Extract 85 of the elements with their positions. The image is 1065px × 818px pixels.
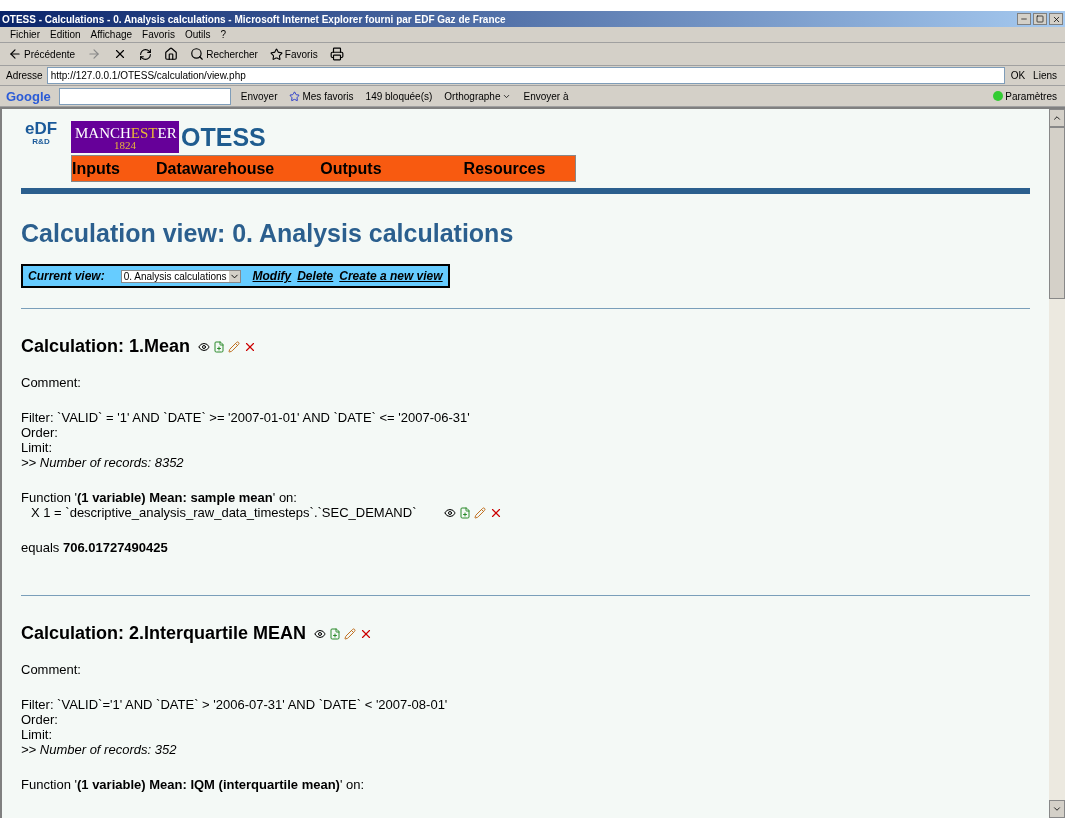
view-link[interactable]: Create a new view: [339, 269, 443, 283]
view-button[interactable]: [314, 627, 327, 640]
send-button[interactable]: Envoyer: [238, 90, 280, 102]
function-text: Function '(1 variable) Mean: sample mean' on:: [21, 490, 298, 505]
refresh-icon: [139, 47, 153, 61]
address-field[interactable]: http://127.0.0.1/OTESS/calculation/view.php: [46, 67, 1005, 84]
scrollbar[interactable]: [1049, 109, 1065, 818]
comment-label: Comment:: [21, 662, 82, 677]
pencil-icon: [344, 627, 357, 640]
view-button[interactable]: [444, 506, 457, 519]
pencil-icon: [474, 506, 487, 519]
file-plus-icon: [329, 627, 342, 640]
links-button[interactable]: Liens: [1031, 70, 1059, 81]
printer-icon: [329, 47, 344, 61]
edit-button[interactable]: [344, 627, 357, 640]
view-button[interactable]: [198, 340, 211, 353]
restore-icon: [1036, 15, 1044, 23]
filter-text: Filter: `VALID` = '1' AND `DATE` >= '2007-01-01' AND `DATE` <= '2007-06-31': [21, 410, 471, 425]
popup-blocker-button[interactable]: 149 bloquée(s): [363, 90, 435, 102]
back-button[interactable]: Précédente: [6, 47, 78, 61]
settings-button[interactable]: Paramètres: [991, 90, 1059, 102]
forward-arrow-icon: [87, 47, 102, 61]
eye-icon: [198, 340, 211, 353]
star-icon: [289, 90, 301, 102]
nav-link[interactable]: Inputs: [72, 159, 120, 178]
go-button[interactable]: OK: [1008, 70, 1028, 81]
logo-subtitle: R&D: [32, 137, 50, 146]
favorites-button[interactable]: Favoris: [267, 47, 320, 61]
file-plus-icon: [213, 340, 226, 353]
limit-label: Limit:: [21, 440, 54, 455]
edit-button[interactable]: [228, 340, 241, 353]
records-count: >> Number of records: 352: [21, 742, 178, 757]
pencil-icon: [228, 340, 241, 353]
nav-link[interactable]: Outputs: [320, 159, 382, 178]
star-icon: [269, 47, 283, 61]
scroll-down-icon[interactable]: [1052, 804, 1062, 814]
menu-item[interactable]: Favoris: [138, 29, 179, 40]
back-arrow-icon: [8, 47, 22, 61]
calculation-title: Calculation: 1.Mean: [21, 336, 191, 357]
spelling-button[interactable]: Orthographe: [442, 90, 514, 102]
order-label: Order:: [21, 712, 59, 727]
view-label: Current view:: [28, 269, 105, 283]
scroll-up-icon[interactable]: [1052, 113, 1062, 123]
menu-item[interactable]: Edition: [46, 29, 85, 40]
university-logo: MANCHESTER 1824: [71, 121, 179, 153]
result-text: equals 706.01727490425: [21, 540, 169, 555]
scroll-thumb[interactable]: [1049, 127, 1065, 299]
limit-label: Limit:: [21, 727, 54, 742]
menu-item[interactable]: Affichage: [86, 29, 137, 40]
minimize-icon: [1020, 15, 1028, 23]
status-dot-icon: [993, 91, 1004, 101]
search-icon: [190, 47, 205, 61]
edit-button[interactable]: [474, 506, 487, 519]
filter-text: Filter: `VALID`='1' AND `DATE` > '2006-07-31' AND `DATE` < '2007-08-01': [21, 697, 449, 712]
logo-text: eDF: [24, 121, 58, 137]
records-count: >> Number of records: 8352: [21, 455, 185, 470]
google-logo: Google: [6, 88, 51, 104]
view-link[interactable]: Modify: [252, 269, 292, 283]
close-button[interactable]: [1049, 13, 1063, 25]
view-link[interactable]: Delete: [297, 269, 334, 283]
menu-item[interactable]: ?: [216, 29, 231, 40]
comment-label: Comment:: [21, 375, 82, 390]
search-button[interactable]: Rechercher: [188, 47, 260, 61]
google-search-field[interactable]: [58, 87, 231, 105]
home-icon: [164, 47, 179, 61]
page-title: Calculation view: 0. Analysis calculations: [21, 219, 515, 248]
menu-item[interactable]: Fichier: [6, 29, 44, 40]
minimize-button[interactable]: [1017, 13, 1031, 25]
eye-icon: [444, 506, 457, 519]
send-to-button[interactable]: Envoyer à: [521, 90, 571, 102]
close-icon: [1051, 14, 1061, 24]
file-plus-icon: [459, 506, 472, 519]
site-title: OTESS: [181, 122, 266, 152]
order-label: Order:: [21, 425, 59, 440]
calculation-title: Calculation: 2.Interquartile MEAN: [21, 623, 307, 644]
menu-item[interactable]: Outils: [180, 29, 215, 40]
eye-icon: [314, 627, 327, 640]
nav-link[interactable]: Datawarehouse: [156, 159, 275, 178]
variable-text: X 1 = `descriptive_analysis_raw_data_timesteps`.`SEC_DEMAND`: [31, 505, 417, 520]
window-title: OTESS - Calculations - 0. Analysis calculations - Microsoft Internet Explorer fourni par EDF Gaz de France: [2, 13, 506, 25]
nav-link[interactable]: Resources: [463, 159, 546, 178]
address-label: Adresse: [6, 70, 43, 81]
view-select[interactable]: 0. Analysis calculations: [120, 269, 241, 283]
function-text: Function '(1 variable) Mean: IQM (interquartile mean)' on:: [21, 777, 366, 792]
favorites-menu-button[interactable]: Mes favoris: [287, 90, 356, 102]
